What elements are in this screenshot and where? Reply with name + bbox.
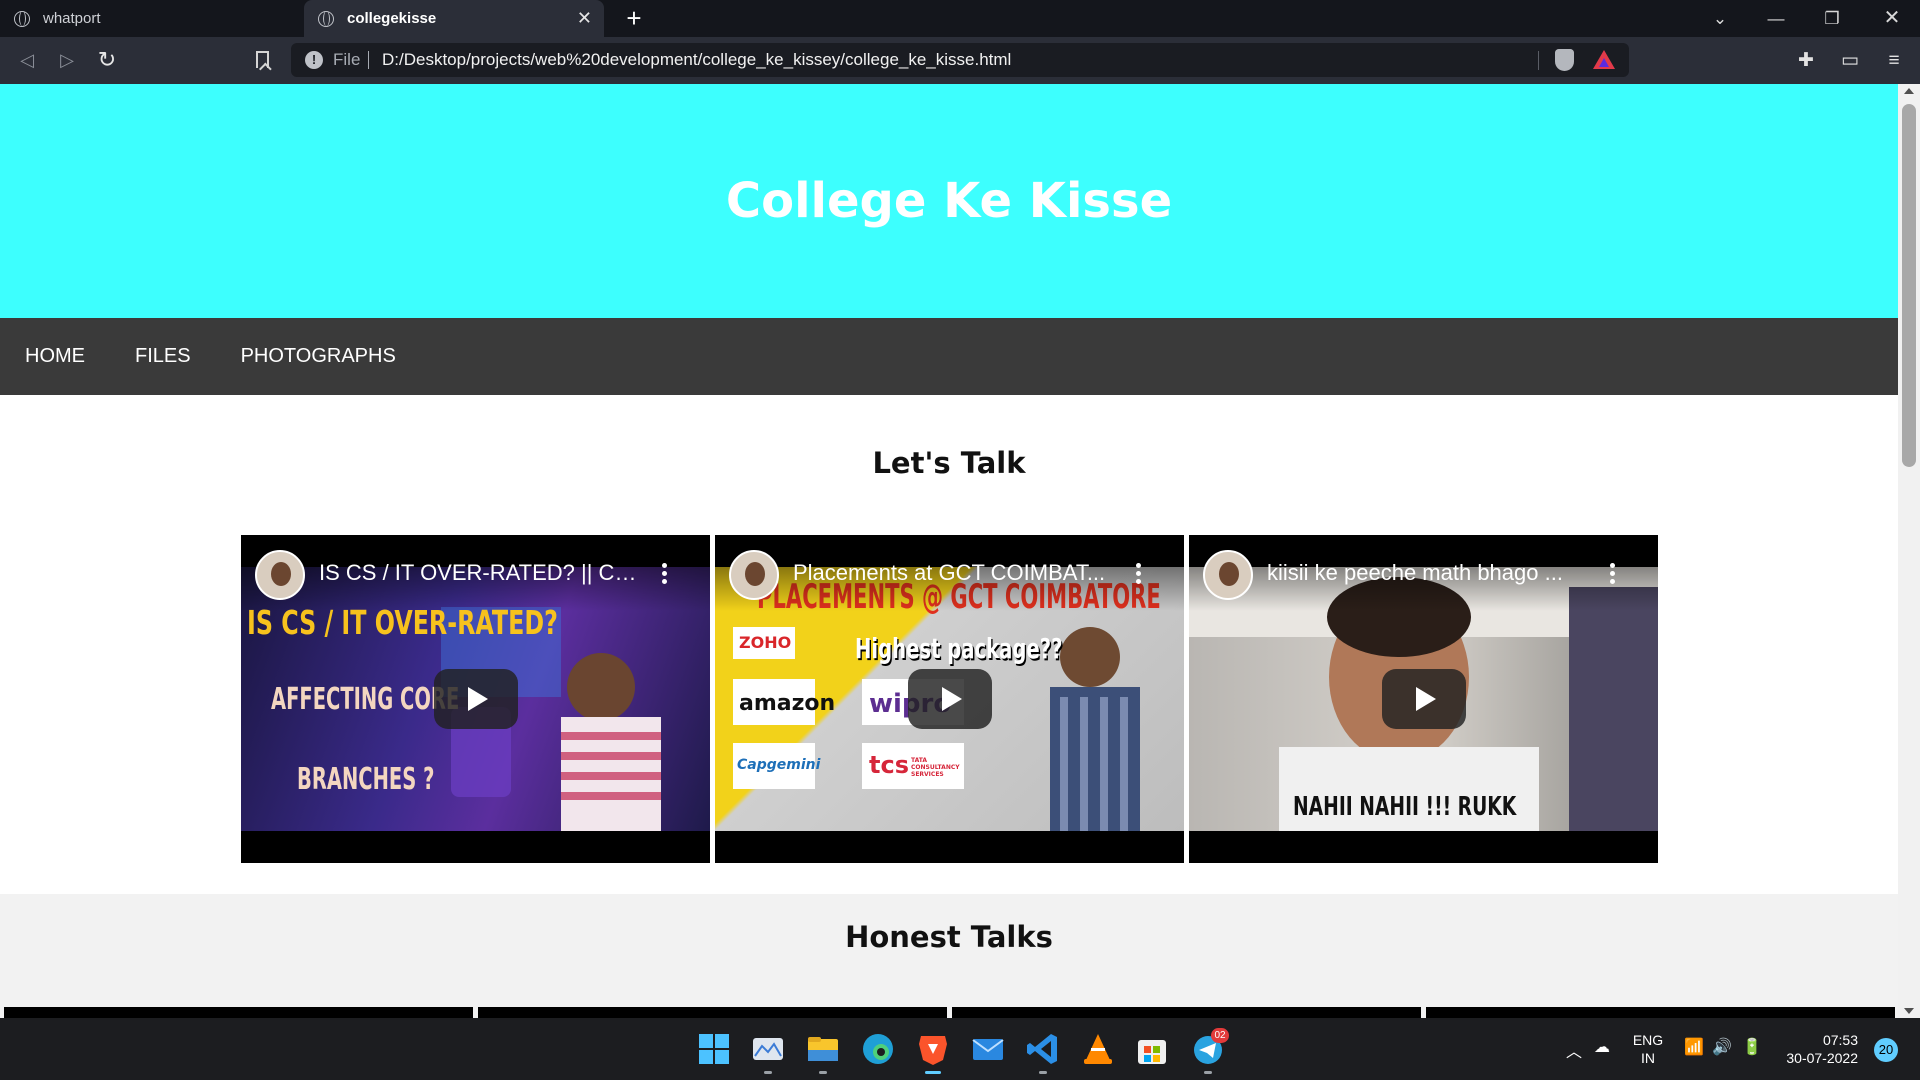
wallet-icon[interactable]: ▭ bbox=[1836, 47, 1864, 75]
restore-button[interactable]: ❐ bbox=[1804, 0, 1860, 37]
channel-avatar[interactable] bbox=[255, 550, 305, 600]
nav-home-link[interactable]: HOME bbox=[25, 345, 85, 368]
thumb-text-line: ZOHO bbox=[739, 633, 792, 652]
file-explorer-icon[interactable] bbox=[804, 1030, 842, 1074]
extensions-icon[interactable]: ✚ bbox=[1792, 47, 1820, 75]
scheme-divider bbox=[368, 51, 369, 69]
video-header: IS CS / IT OVER-RATED? || CO... bbox=[241, 535, 710, 611]
chevron-up-icon[interactable]: ︿ bbox=[1566, 1038, 1582, 1062]
video-embed[interactable]: NAHII NAHII !!! RUKK kiisii ke peeche ma… bbox=[1189, 535, 1658, 863]
thumb-text-line: amazon bbox=[739, 691, 836, 716]
video-embed[interactable]: IS CS / IT OVER-RATED? AFFECTING CORE BR… bbox=[241, 535, 710, 863]
lets-talk-heading: Let's Talk bbox=[872, 446, 1026, 480]
tab-collegekisse[interactable]: collegekisse ✕ bbox=[304, 0, 604, 37]
video-embed[interactable]: PLACEMENTS @ GCT COIMBATORE Highest pack… bbox=[715, 535, 1184, 863]
vlc-icon[interactable] bbox=[1079, 1030, 1117, 1068]
address-divider bbox=[1538, 51, 1539, 70]
site-header: College Ke Kisse bbox=[0, 84, 1898, 318]
thumb-text-line: tcs bbox=[869, 751, 909, 779]
brave-icon[interactable] bbox=[914, 1030, 952, 1074]
reload-button[interactable]: ↻ bbox=[92, 45, 122, 75]
video-embed[interactable] bbox=[4, 1007, 473, 1018]
nav-files-link[interactable]: FILES bbox=[135, 345, 191, 368]
vscode-icon[interactable] bbox=[1024, 1030, 1062, 1074]
play-button[interactable] bbox=[1382, 669, 1466, 729]
edge-icon[interactable] bbox=[859, 1030, 897, 1068]
honest-talks-section bbox=[0, 894, 1898, 1018]
telegram-icon[interactable]: 02 bbox=[1189, 1028, 1229, 1074]
close-tab-icon[interactable]: ✕ bbox=[577, 9, 592, 27]
brave-rewards-icon[interactable] bbox=[1593, 50, 1615, 69]
new-tab-button[interactable]: + bbox=[620, 4, 648, 32]
tab-search-chevron-icon[interactable]: ⌄ bbox=[1692, 0, 1748, 37]
video-title[interactable]: Placements at GCT COIMBAT... bbox=[793, 560, 1123, 586]
site-title: College Ke Kisse bbox=[725, 173, 1173, 229]
browser-toolbar: ◁ ▷ ↻ ! File D:/Desktop/projects/web%20d… bbox=[0, 37, 1920, 84]
video-header: Placements at GCT COIMBAT... bbox=[715, 535, 1184, 611]
video-title[interactable]: IS CS / IT OVER-RATED? || CO... bbox=[319, 560, 649, 586]
page-scrollbar[interactable] bbox=[1898, 84, 1920, 1018]
photos-icon[interactable] bbox=[749, 1030, 787, 1074]
address-bar[interactable]: ! File D:/Desktop/projects/web%20develop… bbox=[291, 43, 1629, 77]
wifi-icon[interactable]: 📶 bbox=[1684, 1037, 1704, 1057]
nav-photographs-link[interactable]: PHOTOGRAPHS bbox=[241, 345, 396, 368]
region-code: IN bbox=[1641, 1050, 1655, 1066]
scroll-thumb[interactable] bbox=[1902, 104, 1916, 467]
clock-time: 07:53 bbox=[1822, 1032, 1858, 1048]
thumb-text-line: BRANCHES ? bbox=[297, 762, 435, 797]
menu-icon[interactable]: ≡ bbox=[1880, 47, 1908, 75]
more-options-icon[interactable] bbox=[1136, 563, 1142, 585]
browser-tab-bar: whatport collegekisse ✕ + ⌄ — ❐ ✕ bbox=[0, 0, 1920, 37]
site-nav: HOME FILES PHOTOGRAPHS bbox=[0, 318, 1898, 395]
language-code: ENG bbox=[1632, 1032, 1664, 1048]
video-title[interactable]: kiisii ke peeche math bhago ... bbox=[1267, 560, 1597, 586]
scroll-up-arrow[interactable] bbox=[1904, 88, 1914, 94]
scroll-down-arrow[interactable] bbox=[1904, 1008, 1914, 1014]
video-header: kiisii ke peeche math bhago ... bbox=[1189, 535, 1658, 611]
battery-icon[interactable]: 🔋 bbox=[1742, 1037, 1762, 1057]
minimize-button[interactable]: — bbox=[1748, 0, 1804, 37]
taskbar: 02 ︿ ☁ ENG IN 📶 🔊 🔋 07:53 30-07-2022 20 bbox=[0, 1018, 1920, 1080]
video-embed[interactable] bbox=[952, 1007, 1421, 1018]
globe-icon bbox=[14, 10, 30, 27]
tab-label: whatport bbox=[43, 10, 101, 27]
clock[interactable]: 07:53 30-07-2022 bbox=[1778, 1031, 1858, 1067]
thumb-text-line: NAHII NAHII !!! RUKK bbox=[1293, 792, 1517, 822]
bookmark-icon[interactable] bbox=[256, 51, 269, 68]
thumb-text-line: Highest package?? bbox=[855, 632, 1063, 665]
forward-button[interactable]: ▷ bbox=[52, 45, 82, 75]
brave-shield-icon[interactable] bbox=[1555, 49, 1574, 71]
tab-label: collegekisse bbox=[347, 10, 437, 27]
info-icon[interactable]: ! bbox=[305, 51, 323, 69]
start-icon[interactable] bbox=[695, 1030, 733, 1068]
scheme-label: File bbox=[333, 50, 361, 69]
onedrive-cloud-icon[interactable]: ☁ bbox=[1594, 1037, 1610, 1057]
thumb-text-line: Capgemini bbox=[737, 757, 821, 773]
close-window-button[interactable]: ✕ bbox=[1864, 0, 1920, 37]
video-embed[interactable] bbox=[1426, 1007, 1895, 1018]
telegram-badge: 02 bbox=[1211, 1028, 1229, 1043]
volume-icon[interactable]: 🔊 bbox=[1712, 1037, 1732, 1057]
more-options-icon[interactable] bbox=[662, 563, 668, 585]
language-indicator[interactable]: ENG IN bbox=[1630, 1031, 1666, 1067]
thumb-text-line: AFFECTING CORE bbox=[271, 682, 460, 717]
video-embed[interactable] bbox=[478, 1007, 947, 1018]
play-button[interactable] bbox=[908, 669, 992, 729]
honest-talks-heading: Honest Talks bbox=[845, 920, 1053, 954]
channel-avatar[interactable] bbox=[1203, 550, 1253, 600]
play-button[interactable] bbox=[434, 669, 518, 729]
store-icon[interactable] bbox=[1133, 1030, 1171, 1068]
url-text[interactable]: D:/Desktop/projects/web%20development/co… bbox=[382, 50, 1011, 70]
mail-icon[interactable] bbox=[969, 1030, 1007, 1068]
globe-icon bbox=[318, 10, 334, 27]
more-options-icon[interactable] bbox=[1610, 563, 1616, 585]
channel-avatar[interactable] bbox=[729, 550, 779, 600]
thumb-text-line: TATA CONSULTANCY SERVICES bbox=[911, 757, 960, 778]
notification-badge[interactable]: 20 bbox=[1874, 1038, 1898, 1062]
back-button[interactable]: ◁ bbox=[12, 45, 42, 75]
tab-whatport[interactable]: whatport bbox=[0, 0, 300, 37]
clock-date: 30-07-2022 bbox=[1786, 1050, 1858, 1066]
page-viewport: College Ke Kisse HOME FILES PHOTOGRAPHS … bbox=[0, 84, 1898, 1018]
